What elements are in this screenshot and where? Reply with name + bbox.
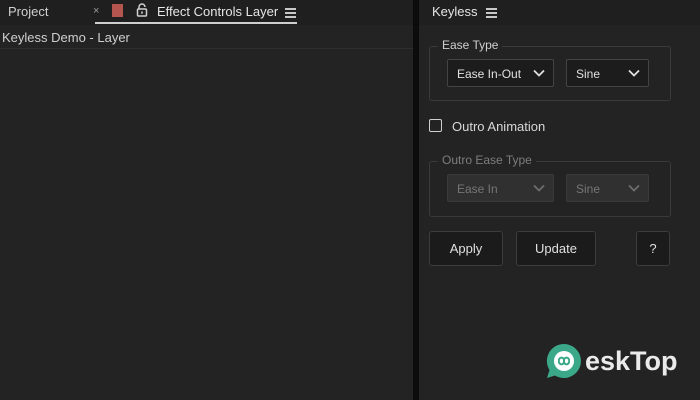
- outro-ease-curve-value: Sine: [576, 182, 601, 196]
- unlock-icon[interactable]: [136, 3, 148, 17]
- tab-effect-controls[interactable]: Effect Controls Layer: [157, 4, 278, 19]
- left-tab-bar: Project × Effect Controls Layer: [0, 0, 413, 25]
- update-button[interactable]: Update: [516, 231, 596, 266]
- close-icon[interactable]: ×: [93, 5, 99, 17]
- outro-animation-checkbox[interactable]: [429, 119, 442, 132]
- effect-controls-panel: Project × Effect Controls Layer Keyless …: [0, 0, 413, 400]
- tab-project[interactable]: Project: [8, 4, 48, 19]
- chevron-down-icon: [628, 69, 640, 77]
- panel-menu-icon[interactable]: [285, 8, 296, 18]
- outro-ease-type-dropdown[interactable]: Ease In: [447, 174, 554, 202]
- ease-curve-value: Sine: [576, 67, 601, 81]
- outro-animation-label[interactable]: Outro Animation: [452, 119, 545, 134]
- ease-type-dropdown[interactable]: Ease In-Out: [447, 59, 554, 87]
- outro-ease-type-value: Ease In: [457, 182, 498, 196]
- outro-ease-curve-dropdown[interactable]: Sine: [566, 174, 649, 202]
- chevron-down-icon: [628, 184, 640, 192]
- divider: [0, 48, 413, 49]
- app-window: Project × Effect Controls Layer Keyless …: [0, 0, 700, 400]
- active-tab-indicator: [95, 22, 297, 24]
- watermark-logo-icon: [546, 343, 581, 378]
- panel-menu-icon[interactable]: [486, 8, 497, 18]
- outro-ease-type-legend: Outro Ease Type: [438, 153, 536, 167]
- right-tab-bar: Keyless: [419, 0, 700, 25]
- chevron-down-icon: [533, 184, 545, 192]
- label-color-swatch: [112, 4, 123, 17]
- chevron-down-icon: [533, 69, 545, 77]
- watermark: eskTop: [545, 340, 695, 390]
- ease-type-value: Ease In-Out: [457, 67, 522, 81]
- apply-button[interactable]: Apply: [429, 231, 503, 266]
- ease-type-legend: Ease Type: [438, 38, 503, 52]
- ease-curve-dropdown[interactable]: Sine: [566, 59, 649, 87]
- tab-keyless[interactable]: Keyless: [432, 4, 478, 19]
- watermark-text: eskTop: [585, 346, 678, 376]
- layer-title: Keyless Demo - Layer: [2, 30, 130, 45]
- help-button[interactable]: ?: [636, 231, 670, 266]
